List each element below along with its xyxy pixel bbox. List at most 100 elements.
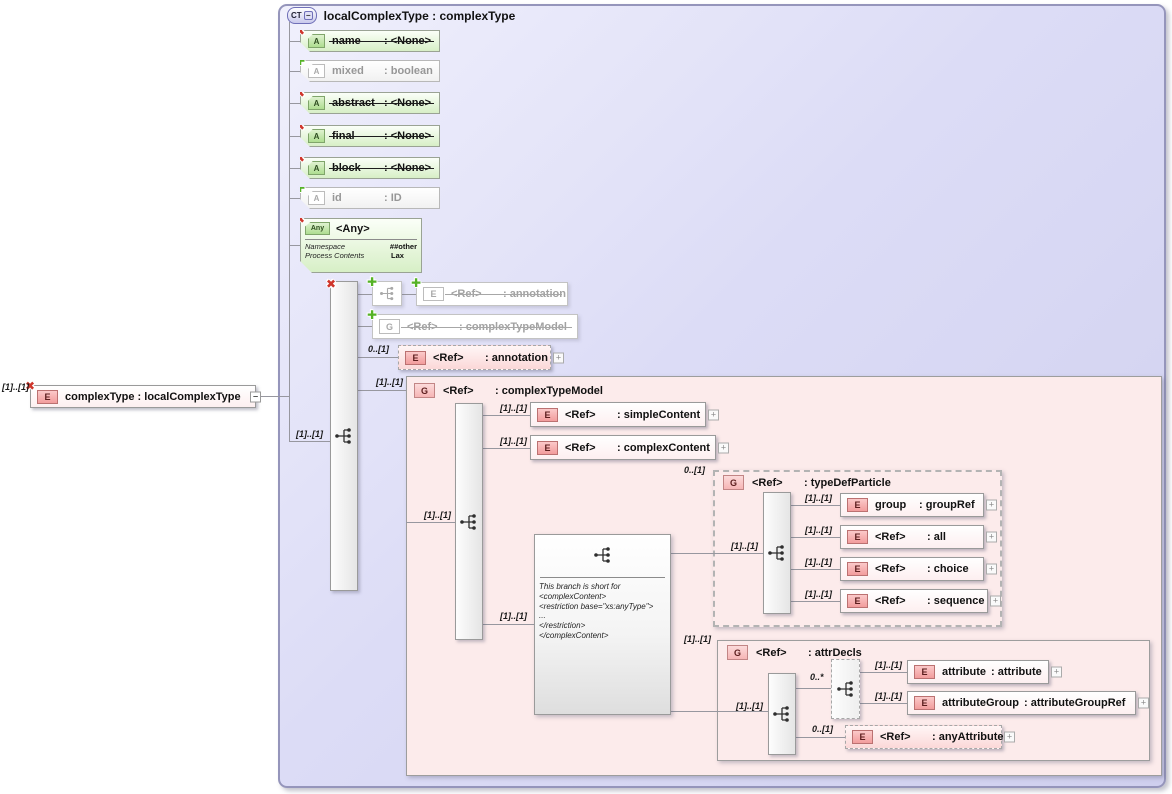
collapse-icon[interactable]: − xyxy=(304,11,313,20)
attribute-icon: A xyxy=(308,34,325,48)
attribute-icon: A xyxy=(308,129,325,143)
attribute-block[interactable]: ✖ A block: <None> xyxy=(300,157,440,179)
connector-line xyxy=(791,601,840,602)
connector-line xyxy=(796,737,845,738)
choice-compositor-attributes[interactable] xyxy=(831,659,860,719)
group-header-complexTypeModel: G <Ref>: complexTypeModel xyxy=(414,383,603,398)
cardinality-label: [1]..[1] xyxy=(875,691,902,701)
choice-compositor-typeDefParticle[interactable] xyxy=(763,492,791,614)
expand-button[interactable]: + xyxy=(986,532,997,543)
any-prop-label: Process Contents xyxy=(305,251,391,260)
group-icon: G xyxy=(414,383,435,398)
complex-type-badge: CT − xyxy=(287,7,317,24)
cardinality-label: [1]..[1] xyxy=(736,701,763,711)
ghost-element-annotation[interactable]: ✚ E <Ref>: annotation xyxy=(416,282,568,306)
ghost-group-complexTypeModel[interactable]: ✚ G <Ref>: complexTypeModel xyxy=(372,314,578,339)
container-header: CT − localComplexType : complexType xyxy=(287,7,515,24)
element-complexType-root[interactable]: ✖ E complexType : localComplexType − xyxy=(30,385,256,408)
element-icon: E xyxy=(537,408,558,422)
strikethrough xyxy=(401,327,572,328)
expand-button[interactable]: + xyxy=(990,596,1001,607)
element-all[interactable]: E <Ref>: all + xyxy=(840,525,984,549)
sequence-icon xyxy=(593,545,613,565)
schema-diagram-canvas: CT − localComplexType : complexType [1].… xyxy=(0,0,1172,794)
expand-button[interactable]: + xyxy=(708,409,719,420)
element-complexContent[interactable]: E <Ref>: complexContent + xyxy=(530,435,716,460)
element-ref: <Ref> xyxy=(875,563,927,575)
any-prop-value: Lax xyxy=(391,251,404,260)
any-wildcard[interactable]: ✖ Any <Any> Namespace##other Process Con… xyxy=(300,218,422,273)
element-annotation[interactable]: E <Ref>: annotation + xyxy=(398,345,551,370)
connector-line xyxy=(406,522,455,523)
connector-line xyxy=(289,71,300,72)
ghost-compositor[interactable]: ✚ xyxy=(372,281,402,306)
element-simpleContent[interactable]: E <Ref>: simpleContent + xyxy=(530,402,706,427)
group-ref: <Ref> xyxy=(756,647,808,659)
connector-line xyxy=(258,396,289,397)
strikethrough xyxy=(329,136,434,137)
expand-button[interactable]: + xyxy=(986,564,997,575)
connector-line xyxy=(791,505,840,506)
group-ref: <Ref> xyxy=(443,385,495,397)
element-choice[interactable]: E <Ref>: choice + xyxy=(840,557,984,581)
expand-button[interactable]: + xyxy=(718,442,729,453)
group-icon: G xyxy=(727,645,748,660)
attribute-icon: A xyxy=(308,64,325,78)
element-attributeGroup[interactable]: E attributeGroup: attributeGroupRef + xyxy=(907,691,1136,715)
collapse-button[interactable]: − xyxy=(250,391,261,402)
group-type: : attrDecls xyxy=(808,647,862,659)
strikethrough xyxy=(329,168,434,169)
element-attribute[interactable]: E attribute: attribute + xyxy=(907,660,1049,684)
element-anyAttribute[interactable]: E <Ref>: anyAttribute + xyxy=(845,725,1002,749)
connector-line xyxy=(791,537,840,538)
element-type: : attribute xyxy=(991,666,1042,678)
expand-button[interactable]: + xyxy=(1051,667,1062,678)
choice-icon xyxy=(836,679,856,699)
connector-line xyxy=(796,688,831,689)
element-type: : annotation xyxy=(485,352,548,364)
element-type: : all xyxy=(927,531,946,543)
connector-line xyxy=(483,448,530,449)
badge-label: CT xyxy=(291,11,302,20)
attribute-final[interactable]: ✖ A final: <None> xyxy=(300,125,440,147)
expand-button[interactable]: + xyxy=(1004,732,1015,743)
note-line: ... xyxy=(539,611,666,621)
expand-button[interactable]: + xyxy=(553,352,564,363)
note-line: <restriction base="xs:anyType"> xyxy=(539,602,666,612)
cardinality-label: 0..* xyxy=(810,672,824,682)
connector-line xyxy=(289,245,300,246)
cardinality-label: [1]..[1] xyxy=(684,634,711,644)
element-icon: E xyxy=(914,696,935,710)
element-sequence[interactable]: E <Ref>: sequence + xyxy=(840,589,988,613)
connector-line xyxy=(358,294,372,295)
sequence-compositor-attrDecls[interactable] xyxy=(768,673,796,755)
attribute-abstract[interactable]: ✖ A abstract: <None> xyxy=(300,92,440,114)
expand-button[interactable]: + xyxy=(1138,698,1149,709)
sequence-compositor-main[interactable]: ✖ xyxy=(330,281,358,591)
attribute-id[interactable]: ✚ A id: ID xyxy=(300,187,440,209)
element-icon: E xyxy=(37,390,58,404)
cardinality-label: [1]..[1] xyxy=(805,493,832,503)
attr-type: : boolean xyxy=(384,65,433,77)
sequence-icon xyxy=(334,426,354,446)
attribute-mixed[interactable]: ✚ A mixed: boolean xyxy=(300,60,440,82)
any-prop-value: ##other xyxy=(390,242,417,251)
group-ref: <Ref> xyxy=(752,477,804,489)
group-icon: G xyxy=(379,319,400,334)
connector-line xyxy=(860,703,907,704)
group-type: : typeDefParticle xyxy=(804,477,891,489)
any-prop-label: Namespace xyxy=(305,242,390,251)
element-ref: <Ref> xyxy=(565,409,617,421)
connector-line xyxy=(483,624,534,625)
cardinality-label: [1]..[1] xyxy=(805,557,832,567)
element-icon: E xyxy=(847,498,868,512)
expand-button[interactable]: + xyxy=(986,500,997,511)
connector-line xyxy=(289,41,300,42)
connector-line xyxy=(402,294,416,295)
choice-compositor-model[interactable] xyxy=(455,403,483,640)
attribute-name[interactable]: ✖ A name: <None> xyxy=(300,30,440,52)
note-line: This branch is short for xyxy=(539,582,666,592)
element-group[interactable]: E group: groupRef + xyxy=(840,493,984,517)
connector-line xyxy=(358,390,406,391)
connector-line xyxy=(671,711,768,712)
